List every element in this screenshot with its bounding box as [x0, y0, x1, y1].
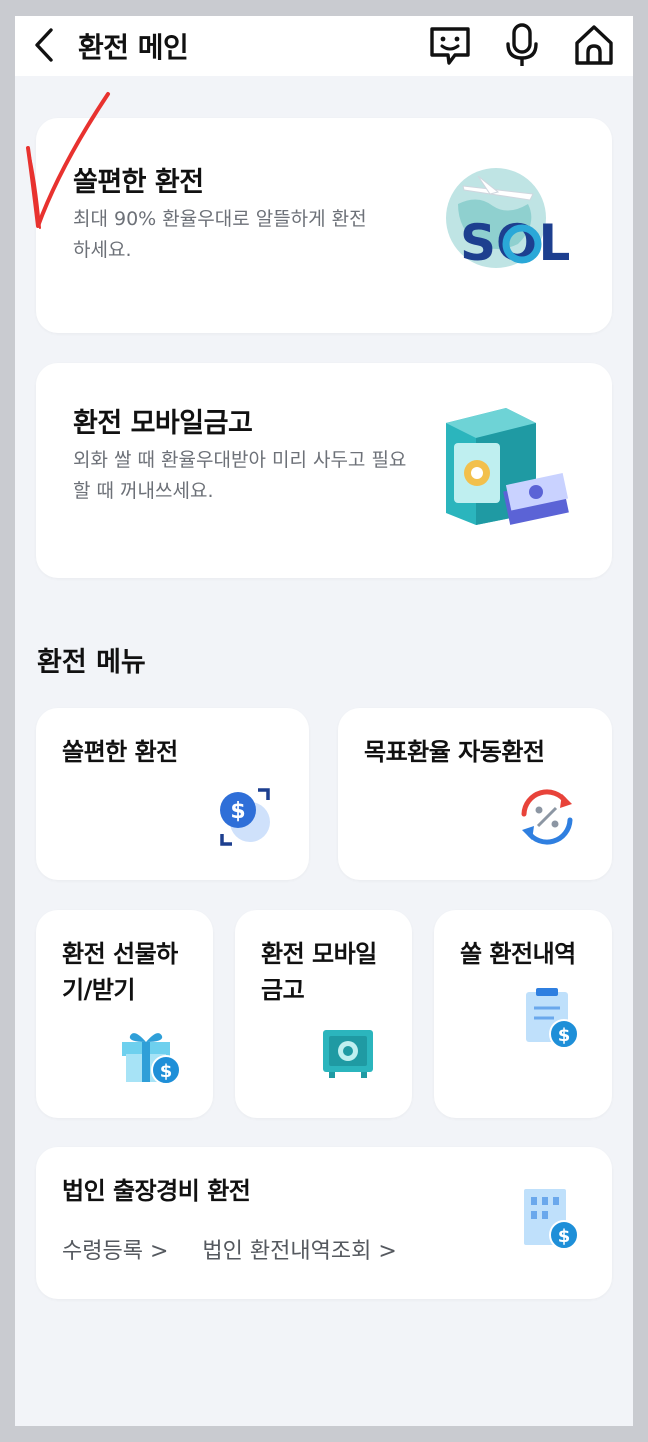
voice-search-button[interactable]	[499, 22, 545, 68]
receipt-registration-link[interactable]: 수령등록 >	[62, 1233, 168, 1265]
menu-label: 목표환율 자동환전	[364, 738, 545, 766]
globe-airplane-sol-logo: SOL	[446, 168, 570, 272]
menu-label: 쏠편한 환전	[62, 738, 178, 766]
svg-text:$: $	[558, 1226, 571, 1247]
top-bar: 환전 메인	[15, 16, 633, 76]
safe-with-money-icon	[446, 408, 569, 525]
building-currency-icon: $	[524, 1189, 579, 1250]
document-currency-icon: $	[526, 988, 579, 1049]
chatbot-button[interactable]	[427, 22, 473, 68]
menu-target-rate-auto-exchange[interactable]: 목표환율 자동환전	[338, 708, 612, 880]
back-button[interactable]	[31, 26, 61, 64]
chat-bot-icon	[430, 27, 470, 65]
menu-label: 법인 출장경비 환전	[62, 1177, 251, 1205]
svg-text:$: $	[230, 799, 245, 824]
banner-title: 쏠편한 환전	[73, 167, 204, 198]
mobile-safe-banner[interactable]: 환전 모바일금고 외화 쌀 때 환율우대받아 미리 사두고 필요할 때 꺼내쓰세…	[36, 363, 612, 578]
sol-logo-text: SOL	[460, 214, 570, 272]
svg-text:$: $	[558, 1025, 571, 1046]
banner-description: 최대 90% 환율우대로 알뜰하게 환전하세요.	[73, 208, 367, 261]
chevron-left-icon	[35, 28, 53, 62]
app-screen: 환전 메인 쏠편한 환전 최대 90% 환율우대로 알뜰하게 환전하세요. SO…	[15, 16, 633, 1426]
safe-icon	[323, 1030, 373, 1078]
corporate-links: 수령등록 > 법인 환전내역조회 >	[62, 1233, 397, 1265]
menu-label: 쏠 환전내역	[460, 940, 576, 968]
menu-label: 환전 모바일금고	[261, 940, 377, 1004]
currency-exchange-icon: $	[220, 788, 270, 846]
svg-text:$: $	[160, 1061, 173, 1082]
menu-corporate-travel-exchange[interactable]: 법인 출장경비 환전 수령등록 > 법인 환전내역조회 > $	[36, 1147, 612, 1299]
home-icon	[575, 25, 613, 65]
home-button[interactable]	[571, 22, 617, 68]
page-title: 환전 메인	[78, 31, 189, 64]
section-title: 환전 메뉴	[37, 647, 146, 678]
menu-mobile-safe[interactable]: 환전 모바일금고	[235, 910, 412, 1118]
gift-currency-icon: $	[122, 1033, 181, 1085]
menu-label: 환전 선물하기/받기	[62, 940, 178, 1004]
auto-exchange-percent-icon	[521, 789, 573, 845]
easy-exchange-banner[interactable]: 쏠편한 환전 최대 90% 환율우대로 알뜰하게 환전하세요. SOL	[36, 118, 612, 333]
corporate-history-link[interactable]: 법인 환전내역조회 >	[202, 1233, 396, 1265]
banner-title: 환전 모바일금고	[73, 408, 253, 439]
banner-description: 외화 쌀 때 환율우대받아 미리 사두고 필요할 때 꺼내쓰세요.	[73, 449, 407, 502]
microphone-icon	[506, 23, 538, 66]
menu-easy-exchange[interactable]: 쏠편한 환전 $	[36, 708, 309, 880]
menu-exchange-history[interactable]: 쏠 환전내역 $	[434, 910, 612, 1118]
menu-gift-exchange[interactable]: 환전 선물하기/받기 $	[36, 910, 213, 1118]
